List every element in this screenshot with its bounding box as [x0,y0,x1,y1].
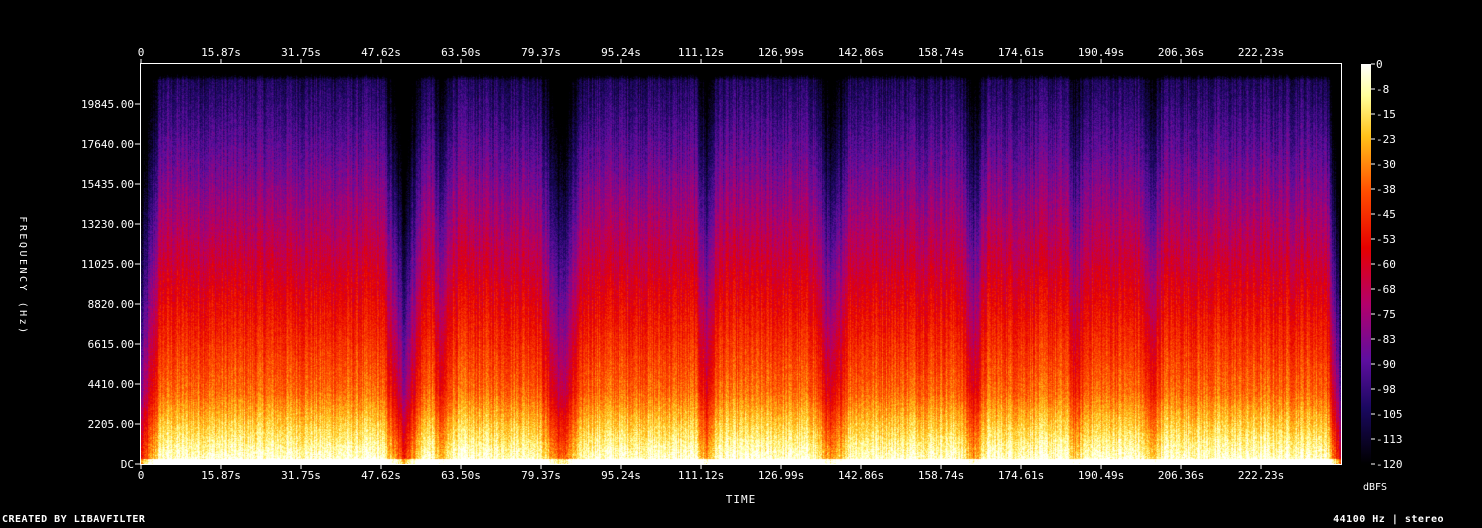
x-tick-label-top: 142.86s [838,46,884,59]
x-tick-label-top: 190.49s [1078,46,1124,59]
y-tick-label: 13230.00 [81,218,134,231]
x-tick-label-top: 222.23s [1238,46,1284,59]
x-tick-label-bottom: 174.61s [998,469,1044,482]
y-tick-label: 11025.00 [81,258,134,271]
colorbar-tick-label: -83 [1376,333,1396,346]
x-tick-label-top: 79.37s [521,46,561,59]
frequency-axis: DC 2205.00 4410.00 6615.00 8820.00 11025.00 13… [81,98,140,471]
footer-format: 44100 Hz | stereo [1333,514,1444,525]
x-axis-label: TIME [726,493,757,506]
colorbar-tick-label: -113 [1376,433,1403,446]
x-tick-label-bottom: 15.87s [201,469,241,482]
colorbar-tick-label: -98 [1376,383,1396,396]
x-tick-label-top: 47.62s [361,46,401,59]
colorbar-tick-label: -45 [1376,208,1396,221]
y-axis-label: FREQUENCY (Hz) [17,216,28,335]
y-tick-label: DC [121,458,134,471]
colorbar-tick-label: -68 [1376,283,1396,296]
x-tick-label-bottom: 142.86s [838,469,884,482]
time-axis-bottom: 0 15.87s 31.75s 47.62s 63.50s 79.37s 95.24s 111… [138,465,1284,482]
x-tick-label-top: 174.61s [998,46,1044,59]
x-tick-label-top: 15.87s [201,46,241,59]
x-tick-label-bottom: 47.62s [361,469,401,482]
x-tick-label-bottom: 158.74s [918,469,964,482]
x-tick-label-top: 0 [138,46,145,59]
colorbar [1361,64,1371,464]
footer-credit: CREATED BY LIBAVFILTER [2,514,146,525]
x-tick-label-top: 63.50s [441,46,481,59]
time-axis-top: 0 15.87s 31.75s 47.62s 63.50s 79.37s 95.24s 111… [138,46,1284,63]
colorbar-tick-label: -60 [1376,258,1396,271]
colorbar-tick-label: -53 [1376,233,1396,246]
colorbar-tick-label: -23 [1376,133,1396,146]
x-tick-label-bottom: 126.99s [758,469,804,482]
spectrogram-figure: 0 15.87s 31.75s 47.62s 63.50s 79.37s 95.24s 111… [17,46,1403,506]
colorbar-label: dBFS [1363,482,1387,493]
x-tick-label-top: 158.74s [918,46,964,59]
y-tick-label: 15435.00 [81,178,134,191]
x-tick-label-bottom: 206.36s [1158,469,1204,482]
colorbar-tick-label: -30 [1376,158,1396,171]
x-tick-label-bottom: 79.37s [521,469,561,482]
colorbar-tick-label: -38 [1376,183,1396,196]
x-tick-label-top: 206.36s [1158,46,1204,59]
x-tick-label-top: 111.12s [678,46,724,59]
x-tick-label-bottom: 63.50s [441,469,481,482]
y-tick-label: 8820.00 [88,298,134,311]
x-tick-label-top: 126.99s [758,46,804,59]
y-tick-label: 4410.00 [88,378,134,391]
colorbar-tick-label: -15 [1376,108,1396,121]
colorbar-tick-label: 0 [1376,58,1383,71]
spectrogram-area [141,64,1341,464]
x-tick-label-bottom: 0 [138,469,145,482]
x-tick-label-bottom: 190.49s [1078,469,1124,482]
colorbar-tick-label: -120 [1376,458,1403,471]
x-tick-label-bottom: 95.24s [601,469,641,482]
x-tick-label-top: 31.75s [281,46,321,59]
y-tick-label: 17640.00 [81,138,134,151]
x-tick-label-bottom: 222.23s [1238,469,1284,482]
colorbar-tick-label: -75 [1376,308,1396,321]
y-tick-label: 6615.00 [88,338,134,351]
x-tick-label-bottom: 31.75s [281,469,321,482]
x-tick-label-top: 95.24s [601,46,641,59]
x-tick-label-bottom: 111.12s [678,469,724,482]
colorbar-tick-label: -105 [1376,408,1403,421]
colorbar-tick-label: -90 [1376,358,1396,371]
colorbar-tick-label: -8 [1376,83,1389,96]
y-tick-label: 19845.00 [81,98,134,111]
colorbar-axis: 0 -8 -15 -23 -30 -38 -45 -53 -60 -68 -75 -83 -90 -98 -… [1371,58,1403,471]
y-tick-label: 2205.00 [88,418,134,431]
